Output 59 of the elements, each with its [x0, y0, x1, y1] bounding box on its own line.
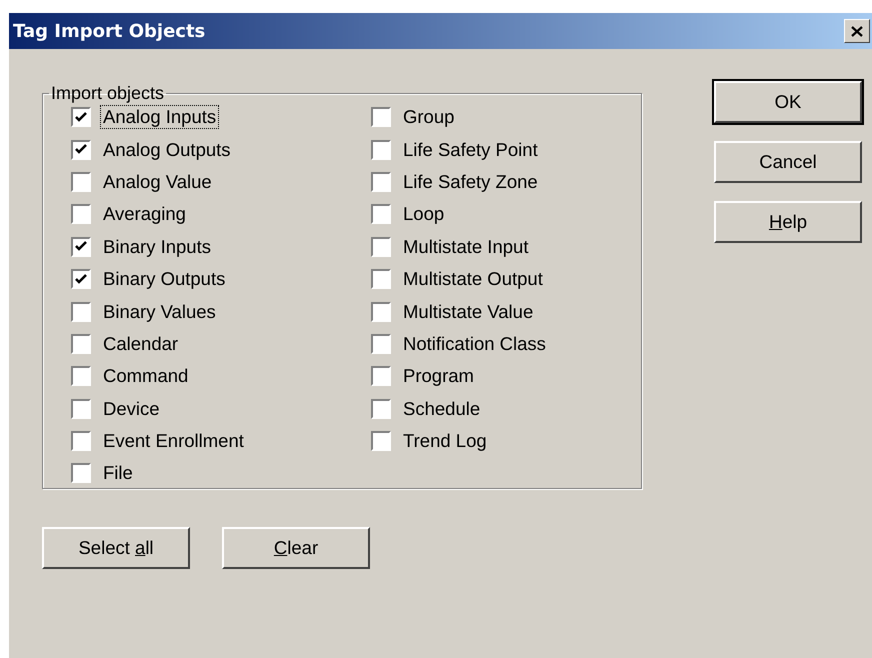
checkbox[interactable] [71, 140, 91, 160]
checkbox-label[interactable]: Schedule [401, 398, 482, 420]
action-button[interactable]: Clear [222, 527, 370, 569]
checkbox[interactable] [371, 302, 391, 322]
dialog-button[interactable]: OK [714, 81, 862, 123]
checkbox[interactable] [71, 366, 91, 386]
checkbox-label[interactable]: Notification Class [401, 332, 548, 355]
checkbox[interactable] [371, 431, 391, 452]
checkbox[interactable] [371, 172, 391, 192]
checkbox[interactable] [371, 366, 391, 386]
checkbox-label[interactable]: Multistate Value [401, 300, 536, 323]
checkbox-label[interactable]: File [101, 462, 135, 484]
checkbox[interactable] [371, 269, 391, 290]
checkbox[interactable] [71, 302, 91, 322]
checkbox-label[interactable]: Analog Outputs [101, 138, 233, 161]
window-title: Tag Import Objects [13, 20, 206, 42]
checkmark-icon [75, 144, 87, 156]
checkbox-label[interactable]: Trend Log [401, 430, 489, 452]
checkbox-label[interactable]: Analog Inputs [101, 106, 218, 128]
checkbox-label[interactable]: Group [401, 106, 456, 128]
checkmark-icon [75, 241, 87, 252]
checkbox-label[interactable]: Multistate Input [401, 236, 530, 258]
checkbox[interactable] [371, 107, 391, 128]
close-button[interactable] [844, 19, 870, 43]
checkbox-label[interactable]: Binary Outputs [101, 268, 228, 290]
checkbox-label[interactable]: Analog Value [101, 170, 214, 193]
checkbox-label[interactable]: Command [101, 365, 190, 388]
checkbox[interactable] [71, 204, 91, 224]
checkbox-label[interactable]: Device [101, 398, 162, 420]
action-button[interactable]: Select all [42, 527, 190, 569]
checkbox[interactable] [71, 463, 91, 484]
checkbox-label[interactable]: Averaging [101, 203, 188, 226]
checkbox-label[interactable]: Calendar [101, 332, 180, 355]
checkbox[interactable] [371, 398, 391, 419]
checkmark-icon [75, 112, 87, 123]
group-legend: Import objects [49, 83, 166, 104]
checkbox[interactable] [371, 334, 391, 354]
dialog-button[interactable]: Help [714, 201, 862, 243]
checkbox[interactable] [71, 107, 91, 128]
checkbox-label[interactable]: Life Safety Point [401, 138, 540, 161]
checkbox-label[interactable]: Binary Inputs [101, 236, 213, 258]
checkbox[interactable] [71, 269, 91, 290]
checkbox[interactable] [371, 204, 391, 224]
dialog-button[interactable]: Cancel [714, 141, 862, 183]
close-icon [851, 26, 863, 36]
checkbox[interactable] [71, 334, 91, 354]
checkbox-label[interactable]: Life Safety Zone [401, 170, 540, 193]
checkbox-label[interactable]: Program [401, 365, 476, 388]
checkbox[interactable] [71, 236, 91, 257]
checkbox[interactable] [71, 172, 91, 192]
checkbox-label[interactable]: Event Enrollment [101, 430, 246, 452]
checkbox-label[interactable]: Binary Values [101, 300, 218, 323]
checkbox[interactable] [371, 140, 391, 160]
checkbox-label[interactable]: Loop [401, 203, 446, 226]
checkbox[interactable] [71, 431, 91, 452]
checkbox-label[interactable]: Multistate Output [401, 268, 545, 290]
checkbox[interactable] [71, 398, 91, 419]
checkmark-icon [75, 274, 87, 285]
checkbox[interactable] [371, 236, 391, 257]
